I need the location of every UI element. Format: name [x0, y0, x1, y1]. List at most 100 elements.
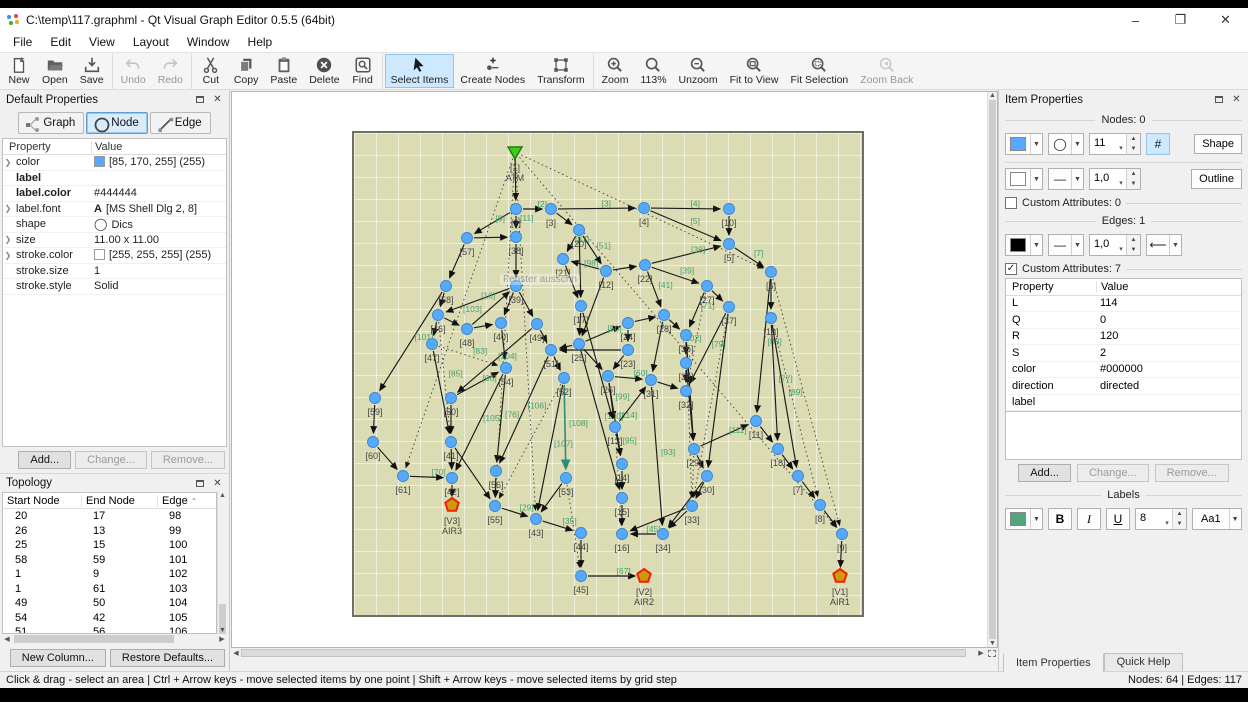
- show-node-ids-toggle[interactable]: #: [1146, 133, 1170, 155]
- close-button[interactable]: ✕: [1203, 8, 1248, 32]
- graph-node[interactable]: [702, 471, 713, 482]
- topology-row[interactable]: 5859101: [3, 553, 216, 568]
- tab-node[interactable]: Node: [86, 112, 148, 134]
- italic-button[interactable]: I: [1077, 508, 1101, 530]
- graph-node[interactable]: [558, 254, 569, 265]
- tab-graph[interactable]: Graph: [18, 112, 84, 134]
- graph-node[interactable]: [490, 501, 501, 512]
- add-attribute-button[interactable]: Add...: [1018, 464, 1071, 482]
- graph-node[interactable]: [659, 310, 670, 321]
- dock-close-button[interactable]: ✕: [210, 93, 225, 106]
- tab-edge[interactable]: Edge: [150, 112, 211, 134]
- graph-node[interactable]: [576, 571, 587, 582]
- graph-edge[interactable]: [520, 157, 837, 527]
- minimize-button[interactable]: –: [1113, 8, 1158, 32]
- graph-node[interactable]: [623, 345, 634, 356]
- graph-edge[interactable]: [560, 345, 572, 348]
- node-outline-style-button[interactable]: —▼: [1048, 168, 1084, 190]
- graph-edge[interactable]: [557, 213, 572, 224]
- property-row-stroke.color[interactable]: ❯ stroke.color [255, 255, 255] (255): [3, 248, 226, 264]
- menu-edit[interactable]: Edit: [41, 33, 80, 51]
- graph-node[interactable]: [617, 493, 628, 504]
- toolbar-redo-button[interactable]: Redo: [152, 54, 189, 88]
- graph-edge[interactable]: [658, 382, 678, 388]
- graph-node[interactable]: [681, 386, 692, 397]
- dock-float-button[interactable]: [192, 93, 207, 106]
- graph-node[interactable]: [617, 529, 628, 540]
- toolbar-transform-button[interactable]: Transform: [531, 54, 590, 88]
- graph-edge[interactable]: [651, 208, 720, 209]
- graph-node[interactable]: [511, 204, 522, 215]
- attribute-row-direction[interactable]: directiondirected: [1006, 378, 1241, 395]
- graph-node[interactable]: [833, 569, 846, 582]
- graph-node[interactable]: [623, 318, 634, 329]
- graph-node[interactable]: [511, 232, 522, 243]
- topology-vscrollbar[interactable]: ▲ ▼: [217, 492, 227, 634]
- column-header-property[interactable]: Property: [3, 141, 91, 153]
- topology-col-edge[interactable]: Edge ⌃: [157, 495, 216, 507]
- topology-row[interactable]: 201798: [3, 509, 216, 524]
- graph-node[interactable]: [724, 302, 735, 313]
- graph-node[interactable]: [433, 310, 444, 321]
- toolbar-cut-button[interactable]: Cut: [194, 54, 228, 88]
- dock-float-button[interactable]: [1211, 93, 1226, 106]
- change-property-button[interactable]: Change...: [75, 451, 147, 469]
- graph-node[interactable]: [370, 393, 381, 404]
- dock-tab-item-properties[interactable]: Item Properties: [1003, 653, 1104, 672]
- outline-menu-button[interactable]: Outline: [1191, 169, 1242, 189]
- toolbar-fitview-button[interactable]: Fit to View: [724, 54, 785, 88]
- column-header-value[interactable]: Value: [91, 141, 226, 153]
- graph-node[interactable]: [751, 416, 762, 427]
- graph-edge[interactable]: [558, 208, 635, 209]
- edge-custom-attrs-checkbox[interactable]: ✓: [1005, 263, 1017, 275]
- dock-float-button[interactable]: [192, 477, 207, 490]
- menu-window[interactable]: Window: [178, 33, 239, 51]
- toolbar-create-button[interactable]: Create Nodes: [454, 54, 531, 88]
- graph-node[interactable]: [546, 345, 557, 356]
- graph-node[interactable]: [531, 514, 542, 525]
- toolbar-delete-button[interactable]: Delete: [303, 54, 345, 88]
- attribute-row-L[interactable]: L114: [1006, 296, 1241, 313]
- shape-menu-button[interactable]: Shape: [1194, 134, 1242, 154]
- graph-edge[interactable]: [433, 351, 449, 433]
- graph-node[interactable]: [637, 569, 650, 582]
- property-row-label.font[interactable]: ❯ label.font A[MS Shell Dlg 2, 8]: [3, 202, 226, 218]
- graph-node[interactable]: [640, 260, 651, 271]
- graph-node[interactable]: [501, 363, 512, 374]
- dock-close-button[interactable]: ✕: [210, 477, 225, 490]
- change-attribute-button[interactable]: Change...: [1077, 464, 1149, 482]
- graph-node[interactable]: [766, 313, 777, 324]
- graph-node[interactable]: [687, 501, 698, 512]
- toolbar-zoompct-button[interactable]: 113%: [634, 54, 672, 88]
- graph-node[interactable]: [546, 204, 557, 215]
- attribute-row-color[interactable]: color#000000: [1006, 362, 1241, 379]
- edge-color-button[interactable]: ▼: [1005, 234, 1043, 256]
- graph-node[interactable]: [398, 471, 409, 482]
- attribute-row-label[interactable]: label: [1006, 395, 1241, 412]
- menu-view[interactable]: View: [80, 33, 124, 51]
- remove-property-button[interactable]: Remove...: [151, 451, 225, 469]
- view-vscrollbar[interactable]: ▲ ▼: [987, 92, 997, 647]
- topology-row[interactable]: 5156106: [3, 625, 216, 634]
- property-row-stroke.size[interactable]: stroke.size 1: [3, 264, 226, 280]
- toolbar-zoomback-button[interactable]: Zoom Back: [854, 54, 919, 88]
- edge-style-button[interactable]: —▼: [1048, 234, 1084, 256]
- graph-edge[interactable]: [439, 346, 498, 365]
- node-size-spinner[interactable]: 11▾ ▲▼: [1089, 133, 1141, 155]
- graph-node[interactable]: [496, 318, 507, 329]
- underline-button[interactable]: U: [1106, 508, 1130, 530]
- graph-node[interactable]: [766, 267, 777, 278]
- graph-node[interactable]: [445, 498, 458, 511]
- property-row-shape[interactable]: shape ◯Dics: [3, 217, 226, 233]
- graph-node[interactable]: [427, 339, 438, 350]
- graph-edge[interactable]: [652, 246, 720, 263]
- node-color-button[interactable]: ▼: [1005, 133, 1043, 155]
- dock-tab-quick-help[interactable]: Quick Help: [1104, 653, 1184, 671]
- add-property-button[interactable]: Add...: [18, 451, 71, 469]
- toolbar-copy-button[interactable]: Copy: [228, 54, 265, 88]
- graph-node[interactable]: [601, 266, 612, 277]
- topology-hscrollbar[interactable]: ◀ ▶: [2, 634, 227, 644]
- graph-node[interactable]: [617, 459, 628, 470]
- graph-node[interactable]: [793, 471, 804, 482]
- topology-col-end[interactable]: End Node: [81, 495, 157, 507]
